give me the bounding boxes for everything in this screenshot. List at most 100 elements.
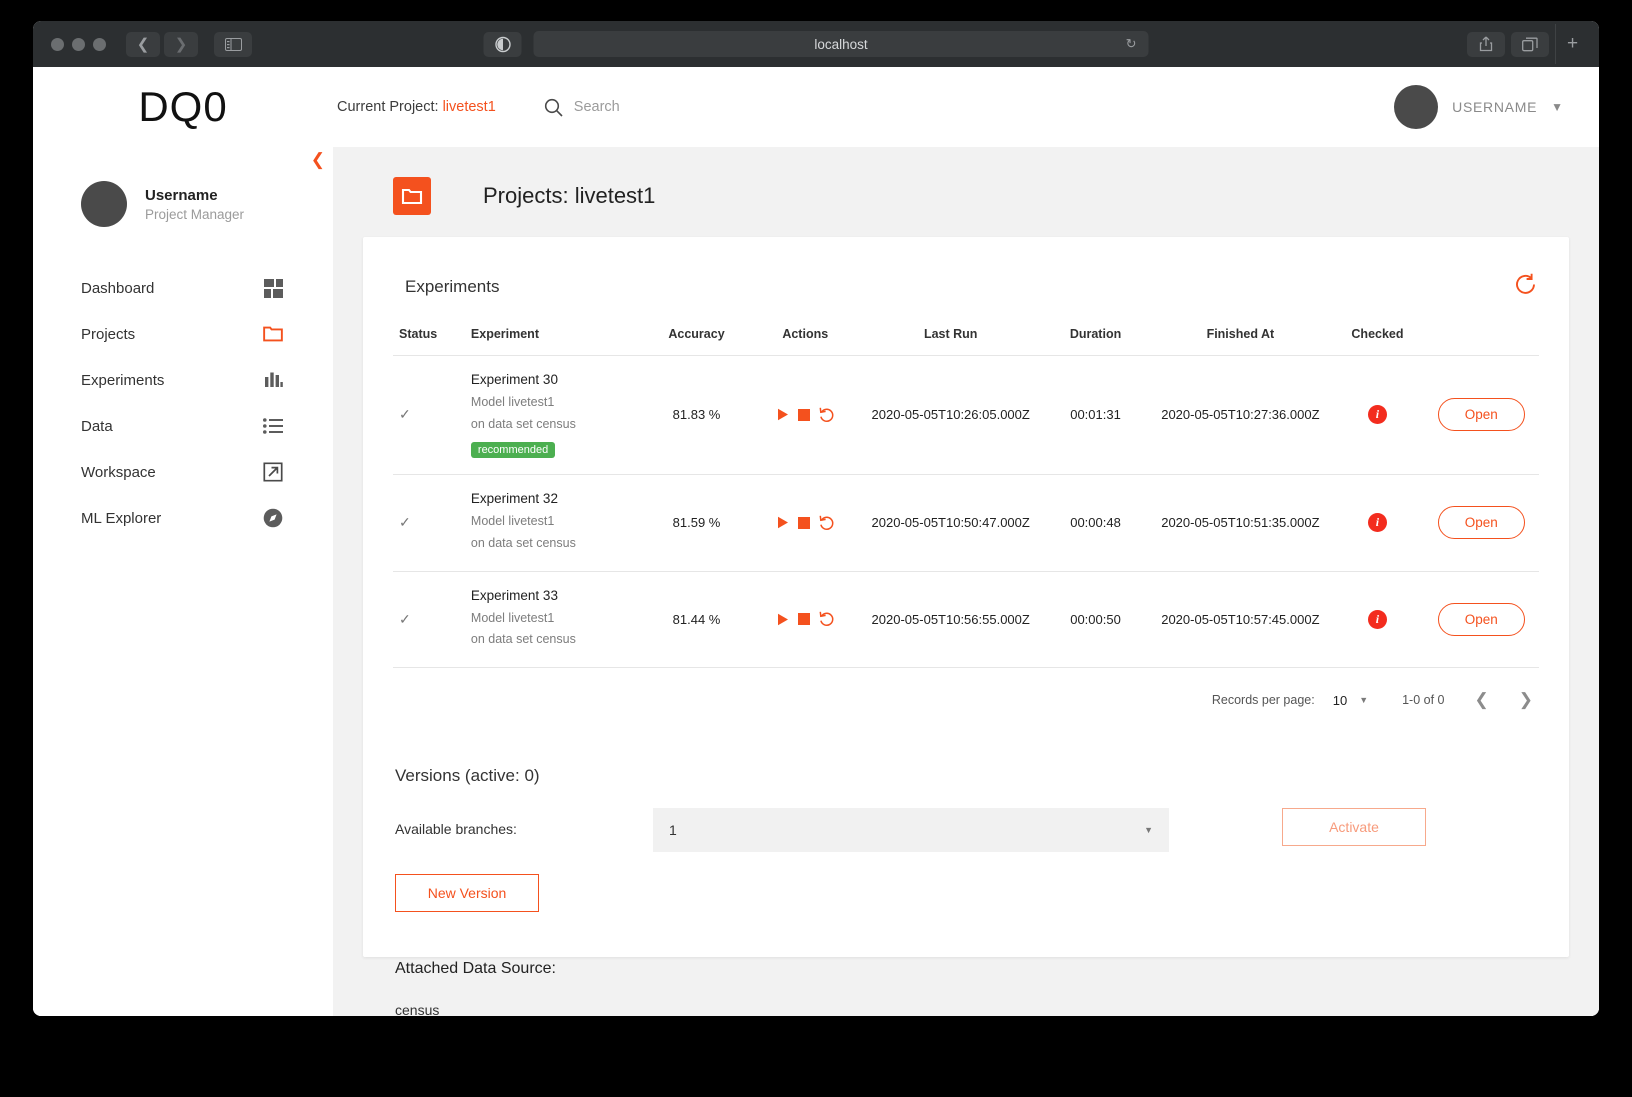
refresh-button[interactable] — [1514, 273, 1537, 301]
forward-button[interactable]: ❯ — [164, 31, 198, 57]
tab-overview-button[interactable] — [1511, 31, 1549, 57]
cell-checked: i — [1331, 474, 1423, 571]
cell-accuracy: 81.83 % — [672, 407, 721, 423]
back-button[interactable]: ❮ — [126, 31, 160, 57]
sidebar-profile: Username Project Manager — [33, 169, 333, 227]
nav-buttons[interactable]: ❮ ❯ — [126, 31, 198, 57]
pagination: Records per page: 10 ▼ 1-0 of 0 ❮ ❯ — [393, 667, 1539, 710]
dashboard-grid-icon — [263, 278, 283, 298]
open-button[interactable]: Open — [1437, 506, 1525, 540]
reload-icon[interactable]: ↻ — [1126, 36, 1137, 52]
experiment-name: Experiment 32 — [470, 490, 558, 506]
stop-icon[interactable] — [797, 408, 810, 421]
sidebar-item-label: Data — [81, 417, 113, 435]
experiment-name: Experiment 30 — [470, 372, 558, 387]
table-row: ✓ Experiment 30 Model livetest1 on data … — [393, 355, 1539, 475]
info-icon[interactable]: i — [1367, 609, 1387, 629]
restart-icon[interactable] — [819, 611, 834, 627]
check-icon: ✓ — [399, 610, 411, 627]
table-header-row: Status Experiment Accuracy Actions Last … — [393, 327, 1539, 356]
column-finished-at: Finished At — [1206, 327, 1275, 341]
versions-section: Versions (active: 0) Available branches:… — [393, 710, 1539, 1016]
cell-finished-at: 2020-05-05T10:27:36.000Z — [1161, 407, 1320, 423]
cell-experiment: Experiment 32 Model livetest1 on data se… — [465, 474, 642, 571]
experiments-table: Status Experiment Accuracy Actions Last … — [393, 327, 1539, 667]
cell-finished-at: 2020-05-05T10:57:45.000Z — [1161, 611, 1320, 627]
app-logo[interactable]: DQ0 — [33, 83, 333, 131]
open-button[interactable]: Open — [1437, 398, 1525, 432]
restart-icon[interactable] — [819, 407, 834, 423]
page-title-bar: Projects: livetest1 — [363, 147, 1569, 237]
cell-experiment: Experiment 33 Model livetest1 on data se… — [465, 571, 642, 667]
share-button[interactable] — [1467, 31, 1505, 57]
chevron-down-icon[interactable]: ▼ — [1551, 100, 1563, 114]
branch-select[interactable]: 1 ▼ — [653, 808, 1169, 853]
experiment-model: Model livetest1 — [470, 513, 555, 528]
column-duration: Duration — [1069, 327, 1122, 341]
experiment-dataset: on data set census — [470, 416, 576, 431]
search-box[interactable]: Search — [544, 98, 620, 117]
cell-open: Open — [1424, 356, 1539, 475]
cell-open: Open — [1424, 571, 1539, 667]
activate-button[interactable]: Activate — [1282, 808, 1426, 847]
next-page-button[interactable]: ❯ — [1519, 690, 1533, 710]
url-text: localhost — [814, 36, 868, 52]
play-icon[interactable] — [777, 613, 789, 626]
stop-icon[interactable] — [797, 613, 810, 626]
sidebar-item-label: ML Explorer — [81, 509, 162, 527]
search-input[interactable]: Search — [574, 99, 620, 115]
branches-label: Available branches: — [395, 821, 517, 838]
info-icon[interactable]: i — [1367, 513, 1387, 533]
sidebar-item-dashboard[interactable]: Dashboard — [33, 265, 333, 311]
minimize-button[interactable] — [72, 37, 85, 51]
info-icon[interactable]: i — [1367, 405, 1387, 425]
privacy-report-button[interactable] — [483, 31, 522, 57]
app-header: DQ0 Current Project: livetest1 Search US… — [33, 67, 1599, 147]
card-title: Experiments — [405, 277, 500, 296]
restart-icon[interactable] — [819, 515, 834, 531]
cell-last-run: 2020-05-05T10:56:55.000Z — [871, 611, 1030, 627]
new-tab-button[interactable]: + — [1555, 24, 1589, 64]
cell-actions — [751, 571, 860, 667]
column-experiment: Experiment — [470, 327, 539, 341]
cell-duration: 00:00:50 — [1070, 611, 1121, 627]
sidebar-item-label: Workspace — [81, 463, 156, 481]
experiment-name: Experiment 33 — [470, 587, 558, 603]
chevron-down-icon[interactable]: ▼ — [1359, 695, 1368, 705]
stop-icon[interactable] — [797, 516, 810, 529]
table-body: ✓ Experiment 30 Model livetest1 on data … — [393, 355, 1539, 668]
sidebar-item-projects[interactable]: Projects — [33, 311, 333, 357]
play-icon[interactable] — [777, 516, 789, 529]
current-project-label: Current Project: — [337, 99, 439, 115]
current-project-value[interactable]: livetest1 — [443, 99, 496, 115]
sidebar-item-workspace[interactable]: Workspace — [33, 449, 333, 495]
bar-chart-icon — [263, 370, 283, 390]
open-button[interactable]: Open — [1437, 602, 1525, 636]
column-status: Status — [399, 327, 438, 341]
close-button[interactable] — [51, 37, 64, 51]
page-title: Projects: livetest1 — [483, 183, 656, 208]
maximize-button[interactable] — [93, 37, 106, 51]
branch-select-value: 1 — [669, 822, 677, 839]
new-version-button[interactable]: New Version — [395, 874, 539, 913]
status-badge: recommended — [470, 441, 556, 458]
sidebar-item-experiments[interactable]: Experiments — [33, 357, 333, 403]
sidebar-item-data[interactable]: Data — [33, 403, 333, 449]
sidebar-collapse-button[interactable]: ❮ — [311, 151, 325, 168]
cell-status: ✓ — [393, 474, 465, 571]
browser-titlebar: ❮ ❯ localhost ↻ + — [33, 21, 1599, 67]
column-actions: Actions — [782, 327, 829, 341]
play-icon[interactable] — [777, 408, 789, 421]
toolbar-right: + — [1467, 24, 1589, 64]
user-menu[interactable]: USERNAME ▼ — [1394, 85, 1563, 129]
sidebar-toggle-button[interactable] — [214, 31, 252, 57]
experiment-model: Model livetest1 — [470, 395, 555, 409]
sidebar-item-ml-explorer[interactable]: ML Explorer — [33, 495, 333, 541]
username-label: USERNAME — [1452, 99, 1538, 115]
previous-page-button[interactable]: ❮ — [1475, 690, 1489, 710]
profile-role: Project Manager — [145, 206, 245, 222]
table-row: ✓ Experiment 33 Model livetest1 on data … — [393, 571, 1539, 667]
address-bar[interactable]: localhost ↻ — [533, 31, 1149, 57]
window-controls[interactable] — [51, 37, 106, 51]
records-per-page-value[interactable]: 10 — [1333, 693, 1347, 708]
